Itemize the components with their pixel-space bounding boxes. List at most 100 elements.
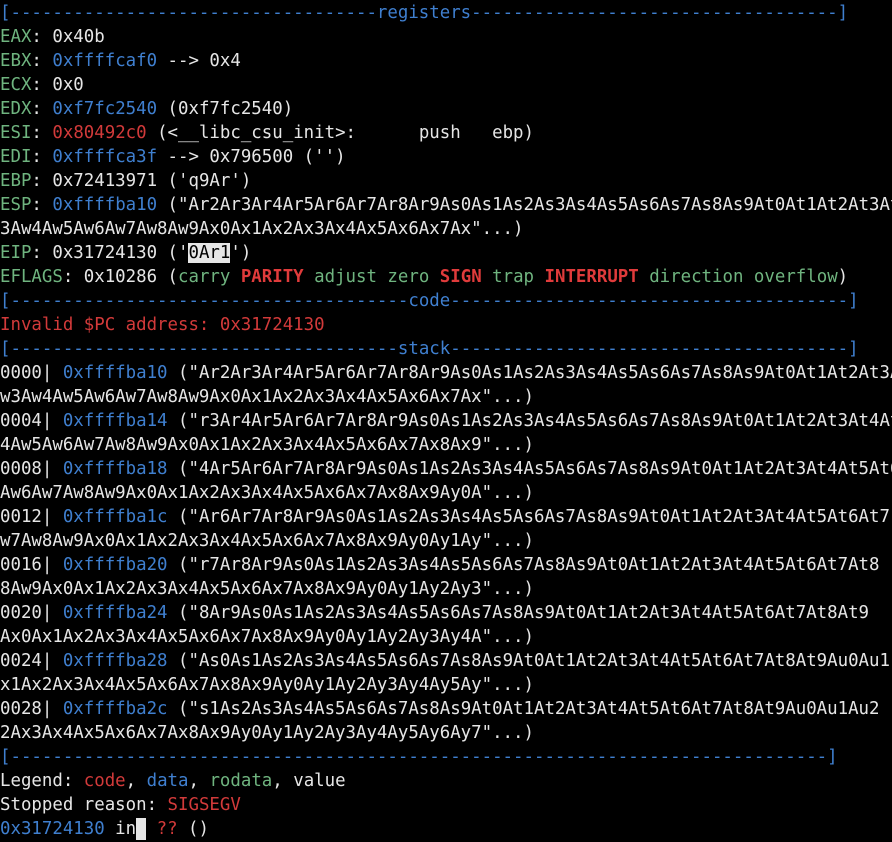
reg-ecx-seg-1: : 0x0 [31, 75, 84, 95]
reg-edi: EDI: 0xffffca3f --> 0x796500 ('') [0, 145, 892, 169]
reg-eip-seg-0: EIP [0, 243, 32, 263]
reg-esp-seg-0: ESP [0, 195, 32, 215]
code-divider-seg-2: --------------------------------------] [450, 291, 859, 311]
stack-0012-seg-2: ("Ar6Ar7Ar8Ar9As0As1As2As3As4As5As6As7As… [167, 507, 890, 527]
stack-0028: 0028| 0xffffba2c ("s1As2As3As4As5As6As7A… [0, 697, 892, 721]
stack-divider-seg-0: [------------------------------------- [0, 339, 398, 359]
stack-0000-seg-0: 0000| [0, 363, 63, 383]
invalid-pc: Invalid $PC address: 0x31724130 [0, 313, 892, 337]
stack-0028-seg-0: 0028| [0, 699, 63, 719]
stack-0012-seg-0: 0012| [0, 507, 63, 527]
stack-0020-seg-0: 0020| [0, 603, 63, 623]
code-divider-seg-0: [-------------------------------------- [0, 291, 409, 311]
reg-ebx-seg-3: --> 0x4 [157, 51, 241, 71]
reg-ebx-seg-2: 0xffffcaf0 [52, 51, 158, 71]
stack-0020-cont-seg-0: Ax0Ax1Ax2Ax3Ax4Ax5Ax6Ax7Ax8Ax9Ay0Ay1Ay2A… [0, 627, 534, 647]
invalid-pc-seg-0: Invalid $PC address: 0x31724130 [0, 315, 325, 335]
stack-0028-cont-seg-0: 2Ax3Ax4Ax5Ax6Ax7Ax8Ax9Ay0Ay1Ay2Ay3Ay4Ay5… [0, 723, 534, 743]
reg-esi-seg-1: : [31, 123, 53, 143]
reg-eflags-seg-9: ) [837, 267, 849, 287]
code-divider: [--------------------------------------c… [0, 289, 892, 313]
stack-0024-seg-2: ("As0As1As2As3As4As5As6As7As8As9At0At1At… [167, 651, 890, 671]
stack-0016-seg-1: 0xffffba20 [62, 555, 168, 575]
legend-seg-4: , [188, 771, 210, 791]
reg-eip-seg-3: ') [230, 243, 252, 263]
stack-0016-cont: 8Aw9Ax0Ax1Ax2Ax3Ax4Ax5Ax6Ax7Ax8Ax9Ay0Ay1… [0, 577, 892, 601]
reg-ebp: EBP: 0x72413971 ('q9Ar') [0, 169, 892, 193]
reg-edi-seg-0: EDI [0, 147, 32, 167]
stack-0024-seg-1: 0xffffba28 [62, 651, 168, 671]
stack-0016-cont-seg-0: 8Aw9Ax0Ax1Ax2Ax3Ax4Ax5Ax6Ax7Ax8Ax9Ay0Ay1… [0, 579, 534, 599]
stack-0024: 0024| 0xffffba28 ("As0As1As2As3As4As5As6… [0, 649, 892, 673]
bottom-divider: [---------------------------------------… [0, 745, 892, 769]
reg-eflags-seg-5: SIGN [439, 267, 482, 287]
stack-divider-seg-1: stack [397, 339, 451, 359]
reg-esp-seg-2: 0xffffba10 [52, 195, 158, 215]
frame-line-seg-0: 0x31724130 [0, 819, 105, 839]
stack-0012-cont: w7Aw8Aw9Ax0Ax1Ax2Ax3Ax4Ax5Ax6Ax7Ax8Ax9Ay… [0, 529, 892, 553]
registers-divider-seg-0: [----------------------------------- [0, 3, 377, 23]
stack-0000-seg-2: ("Ar2Ar3Ar4Ar5Ar6Ar7Ar8Ar9As0As1As2As3As… [167, 363, 892, 383]
frame-line-seg-3: () [177, 819, 209, 839]
terminal-window[interactable]: [-----------------------------------regi… [0, 0, 892, 842]
stack-0008-seg-2: ("4Ar5Ar6Ar7Ar8Ar9As0As1As2As3As4As5As6A… [167, 459, 892, 479]
bottom-divider-seg-0: [---------------------------------------… [0, 747, 838, 767]
stack-0020-cont: Ax0Ax1Ax2Ax3Ax4Ax5Ax6Ax7Ax8Ax9Ay0Ay1Ay2A… [0, 625, 892, 649]
frame-line-seg-2: ?? [146, 819, 178, 839]
legend-seg-0: Legend: [0, 771, 84, 791]
stack-0012: 0012| 0xffffba1c ("Ar6Ar7Ar8Ar9As0As1As2… [0, 505, 892, 529]
reg-esi: ESI: 0x80492c0 (<__libc_csu_init>: push … [0, 121, 892, 145]
reg-edx-seg-0: EDX [0, 99, 32, 119]
terminal-cursor [136, 818, 147, 840]
reg-eflags-seg-0: EFLAGS [0, 267, 63, 287]
stopped-reason-seg-1: SIGSEGV [167, 795, 241, 815]
stack-0016: 0016| 0xffffba20 ("r7Ar8Ar9As0As1As2As3A… [0, 553, 892, 577]
reg-ecx-seg-0: ECX [0, 75, 32, 95]
legend-seg-1: code [83, 771, 126, 791]
stack-0004-seg-0: 0004| [0, 411, 63, 431]
stack-0028-seg-1: 0xffffba2c [62, 699, 168, 719]
reg-eip: EIP: 0x31724130 ('0Ar1') [0, 241, 892, 265]
reg-esi-seg-0: ESI [0, 123, 32, 143]
stack-0004-seg-1: 0xffffba14 [62, 411, 168, 431]
reg-eflags-seg-6: trap [481, 267, 545, 287]
registers-divider-seg-1: registers [376, 3, 472, 23]
reg-edx: EDX: 0xf7fc2540 (0xf7fc2540) [0, 97, 892, 121]
reg-eflags-seg-4: adjust zero [303, 267, 440, 287]
stack-0004-cont: 4Aw5Aw6Aw7Aw8Aw9Ax0Ax1Ax2Ax3Ax4Ax5Ax6Ax7… [0, 433, 892, 457]
reg-esp-seg-1: : [31, 195, 53, 215]
stack-0000-cont: w3Aw4Aw5Aw6Aw7Aw8Aw9Ax0Ax1Ax2Ax3Ax4Ax5Ax… [0, 385, 892, 409]
reg-edi-seg-1: : [31, 147, 53, 167]
stack-0020-seg-2: ("8Ar9As0As1As2As3As4As5As6As7As8As9At0A… [167, 603, 870, 623]
reg-eax: EAX: 0x40b [0, 25, 892, 49]
stack-divider-seg-2: --------------------------------------] [450, 339, 859, 359]
stack-0024-cont-seg-0: x1Ax2Ax3Ax4Ax5Ax6Ax7Ax8Ax9Ay0Ay1Ay2Ay3Ay… [0, 675, 534, 695]
reg-esi-seg-3: (<__libc_csu_init>: push ebp) [146, 123, 535, 143]
registers-divider: [-----------------------------------regi… [0, 1, 892, 25]
reg-eax-seg-1: : 0x40b [31, 27, 105, 47]
stack-divider: [-------------------------------------st… [0, 337, 892, 361]
stack-0024-seg-0: 0024| [0, 651, 63, 671]
reg-eip-seg-1: : 0x31724130 (' [31, 243, 189, 263]
stopped-reason: Stopped reason: SIGSEGV [0, 793, 892, 817]
reg-eflags-seg-1: : 0x10286 ( [62, 267, 178, 287]
reg-eflags-seg-7: INTERRUPT [544, 267, 639, 287]
stack-0000-seg-1: 0xffffba10 [62, 363, 168, 383]
reg-ebp-seg-1: : 0x72413971 ('q9Ar') [31, 171, 252, 191]
reg-ecx: ECX: 0x0 [0, 73, 892, 97]
code-divider-seg-1: code [408, 291, 451, 311]
frame-line: 0x31724130 in ?? () [0, 817, 892, 841]
stack-0020: 0020| 0xffffba24 ("8Ar9As0As1As2As3As4As… [0, 601, 892, 625]
stack-0012-seg-1: 0xffffba1c [62, 507, 168, 527]
stack-0008-seg-0: 0008| [0, 459, 63, 479]
legend-seg-6: , value [272, 771, 346, 791]
legend-seg-5: rodata [209, 771, 273, 791]
stack-0016-seg-0: 0016| [0, 555, 63, 575]
reg-ebx: EBX: 0xffffcaf0 --> 0x4 [0, 49, 892, 73]
reg-ebx-seg-1: : [31, 51, 53, 71]
stack-0020-seg-1: 0xffffba24 [62, 603, 168, 623]
legend-seg-2: , [125, 771, 147, 791]
stack-0008-seg-1: 0xffffba18 [62, 459, 168, 479]
stack-0008: 0008| 0xffffba18 ("4Ar5Ar6Ar7Ar8Ar9As0As… [0, 457, 892, 481]
reg-edx-seg-3: (0xf7fc2540) [157, 99, 294, 119]
